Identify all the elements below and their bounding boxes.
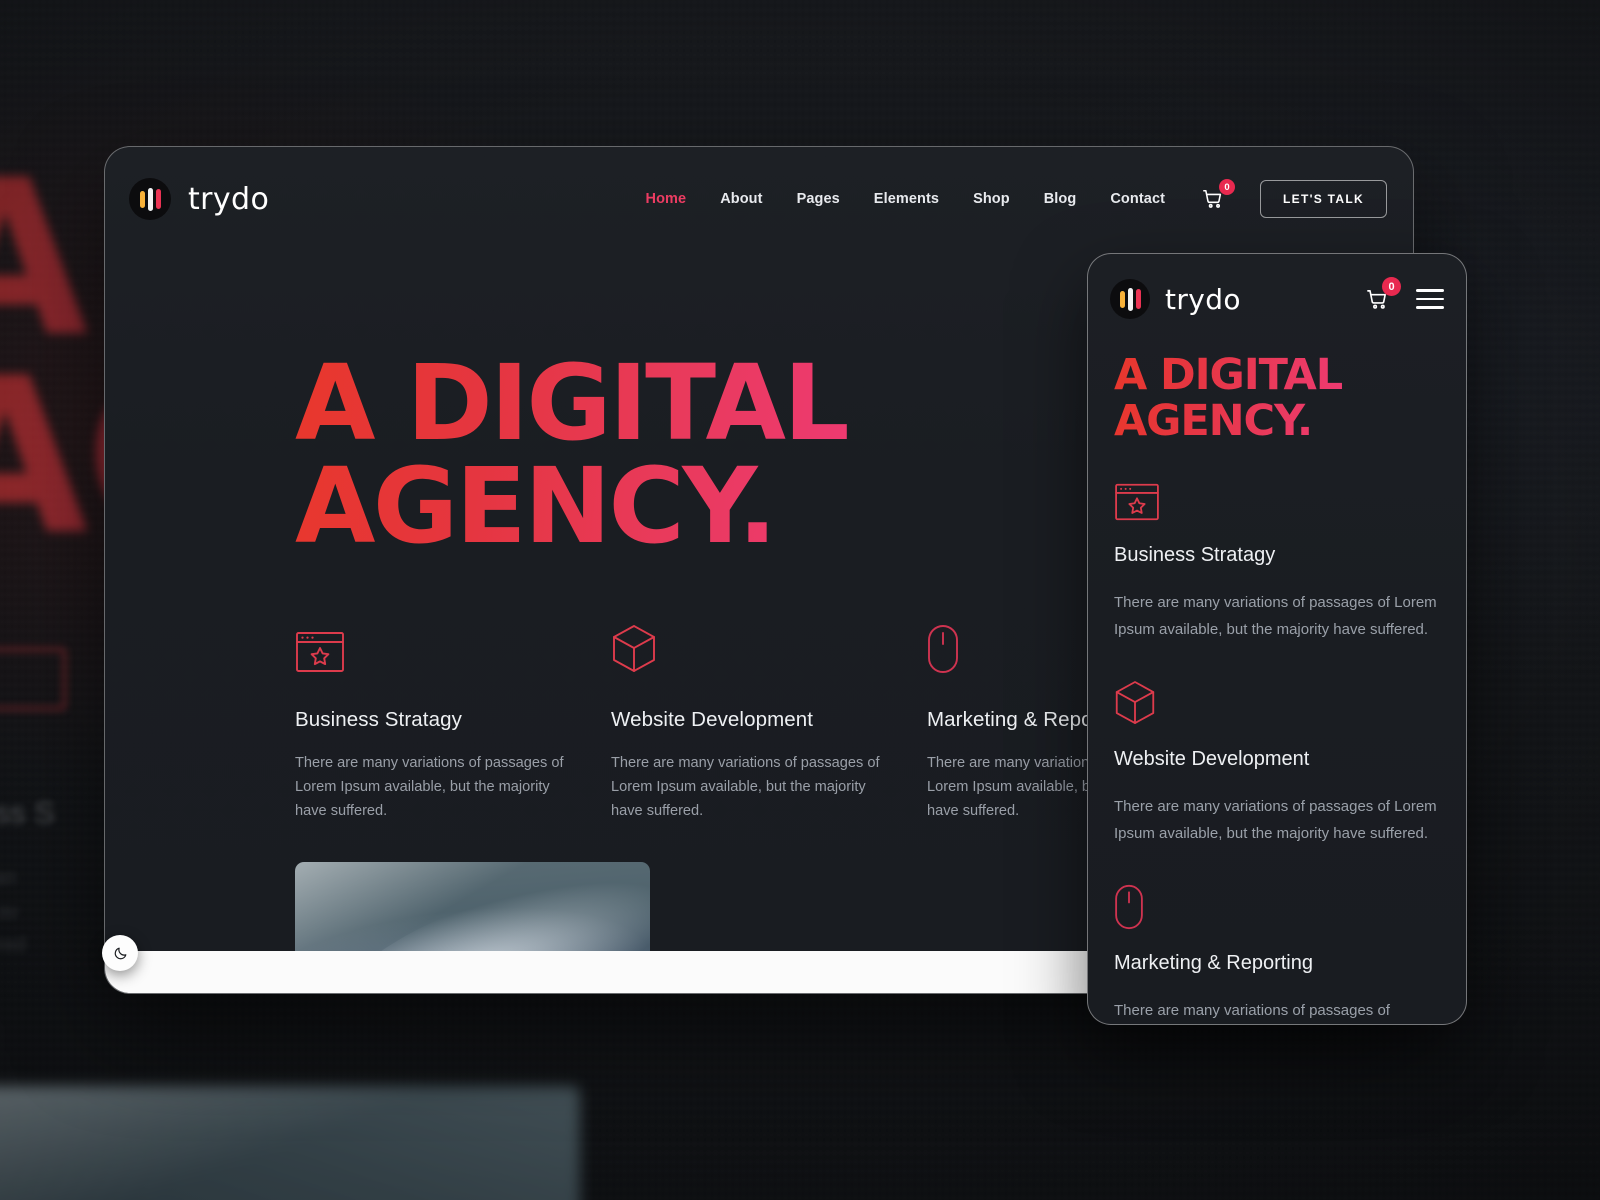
mobile-service-business-stratagy[interactable]: Business Stratagy There are many variati… bbox=[1114, 476, 1448, 644]
trydo-bars-logo-icon bbox=[129, 178, 171, 220]
nav-item-contact[interactable]: Contact bbox=[1093, 191, 1182, 207]
service-title: Website Development bbox=[611, 708, 814, 731]
mobile-hero-line-2: AGENCY. bbox=[1114, 396, 1313, 446]
mouse-icon bbox=[1114, 884, 1448, 930]
service-text: There are many variations of passages of… bbox=[611, 755, 880, 819]
mobile-service-website-development[interactable]: Website Development There are many varia… bbox=[1114, 680, 1448, 848]
service-title: Business Stratagy bbox=[295, 708, 462, 731]
brand-logo[interactable]: trydo bbox=[129, 178, 269, 220]
desktop-header: trydo Home About Pages Elements Shop Blo… bbox=[105, 147, 1413, 251]
cube-icon bbox=[611, 622, 887, 674]
mobile-service-title: Business Stratagy bbox=[1114, 544, 1276, 566]
mobile-hero-line-1: A DIGITAL bbox=[1114, 350, 1343, 400]
mobile-hero-title: A DIGITAL AGENCY. bbox=[1114, 352, 1342, 444]
hero-line-2: AGENCY. bbox=[295, 444, 775, 567]
service-text: There are many variations of passages of… bbox=[295, 755, 564, 819]
service-card-business-stratagy[interactable]: Business Stratagy There are many variati… bbox=[295, 622, 611, 823]
moon-icon bbox=[114, 947, 126, 959]
lets-talk-button[interactable]: LET'S TALK bbox=[1260, 180, 1387, 218]
mobile-service-text: There are many variations of passages of bbox=[1114, 1001, 1390, 1019]
mobile-header: trydo 0 bbox=[1088, 254, 1466, 344]
browser-star-icon bbox=[1114, 476, 1448, 522]
brand-name: trydo bbox=[188, 181, 270, 217]
nav-item-shop[interactable]: Shop bbox=[956, 191, 1027, 207]
mobile-service-title: Website Development bbox=[1114, 747, 1310, 770]
mobile-cart-button[interactable]: 0 bbox=[1364, 277, 1401, 312]
mobile-brand-logo[interactable]: trydo bbox=[1110, 279, 1241, 319]
nav-item-about[interactable]: About bbox=[703, 191, 779, 207]
mobile-header-actions: 0 bbox=[1364, 277, 1444, 312]
desktop-navigation: Home About Pages Elements Shop Blog Cont… bbox=[629, 179, 1387, 218]
mobile-service-marketing-reporting[interactable]: Marketing & Reporting There are many var… bbox=[1114, 884, 1448, 1024]
dark-mode-toggle-button[interactable] bbox=[102, 935, 138, 971]
trydo-bars-logo-icon bbox=[1110, 279, 1150, 319]
mobile-service-text: There are many variations of passages of… bbox=[1114, 797, 1437, 843]
hero-title: A DIGITAL AGENCY. bbox=[295, 352, 847, 558]
mobile-hero: A DIGITAL AGENCY. bbox=[1100, 352, 1356, 444]
desktop-hero: A DIGITAL AGENCY. bbox=[295, 352, 847, 558]
mobile-service-title: Marketing & Reporting bbox=[1114, 951, 1313, 974]
nav-item-pages[interactable]: Pages bbox=[780, 191, 857, 207]
hamburger-menu-icon[interactable] bbox=[1416, 289, 1444, 309]
mobile-service-text: There are many variations of passages of… bbox=[1114, 594, 1437, 639]
mobile-preview-panel: trydo 0 A DIGITAL AGENCY. Business Strat… bbox=[1087, 253, 1467, 1025]
cart-button[interactable]: 0 bbox=[1200, 179, 1236, 212]
cart-count-badge: 0 bbox=[1219, 179, 1236, 195]
mobile-services-list: Business Stratagy There are many variati… bbox=[1114, 476, 1448, 1024]
mobile-cart-count-badge: 0 bbox=[1382, 277, 1401, 296]
nav-item-home[interactable]: Home bbox=[629, 191, 704, 207]
cube-icon bbox=[1114, 680, 1448, 726]
mobile-brand-name: trydo bbox=[1165, 282, 1241, 316]
service-card-website-development[interactable]: Website Development There are many varia… bbox=[611, 622, 927, 823]
screenshot-stage: A AG ness S re man sum av suffered ges o… bbox=[0, 0, 1600, 1200]
nav-item-blog[interactable]: Blog bbox=[1027, 191, 1094, 207]
nav-item-elements[interactable]: Elements bbox=[857, 191, 956, 207]
nav-links: Home About Pages Elements Shop Blog Cont… bbox=[629, 191, 1183, 207]
browser-star-icon bbox=[295, 622, 571, 674]
